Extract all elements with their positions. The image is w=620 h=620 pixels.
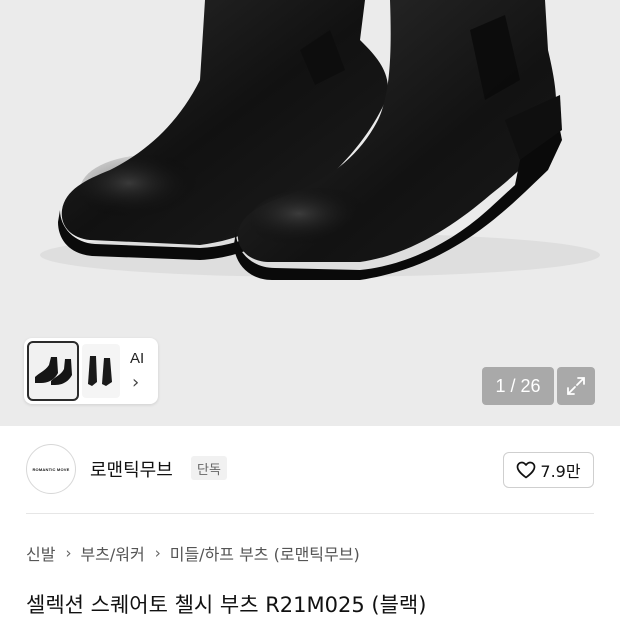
- divider: [26, 513, 594, 514]
- expand-button[interactable]: [557, 367, 595, 405]
- breadcrumb: 신발 › 부츠/워커 › 미들/하프 부츠 (로맨틱무브): [26, 541, 360, 565]
- brand-name[interactable]: 로맨틱무브: [90, 456, 173, 482]
- thumbnail-image: [35, 357, 72, 385]
- like-count: 7.9만: [540, 462, 581, 481]
- image-counter: 1 / 26: [482, 367, 554, 405]
- thumbnail-strip[interactable]: AI ›: [24, 338, 158, 404]
- breadcrumb-item-shoes[interactable]: 신발: [26, 541, 55, 565]
- brand-logo-text: ROMANTIC MOVE: [32, 466, 70, 472]
- thumbnail-selected[interactable]: [27, 341, 79, 401]
- exclusive-badge: 단독: [191, 456, 227, 480]
- brand-row: ROMANTIC MOVE 로맨틱무브 단독 7.9만: [0, 426, 620, 512]
- product-title: 셀렉션 스퀘어토 첼시 부츠 R21M025 (블랙): [26, 593, 427, 617]
- heart-outline-icon: [517, 461, 536, 479]
- thumbnail-next[interactable]: [82, 344, 120, 398]
- breadcrumb-item-boots[interactable]: 부츠/워커: [80, 541, 144, 565]
- chevron-right-icon: ›: [154, 544, 161, 562]
- ai-label: AI: [130, 350, 145, 367]
- brand-logo[interactable]: ROMANTIC MOVE: [26, 444, 76, 494]
- expand-icon: [567, 377, 585, 395]
- thumbnail-image: [88, 356, 112, 386]
- chevron-right-icon: ›: [65, 544, 72, 562]
- product-image-gallery[interactable]: AI › 1 / 26: [0, 0, 620, 426]
- like-button[interactable]: 7.9만: [503, 452, 594, 488]
- chevron-right-icon[interactable]: ›: [132, 374, 139, 392]
- breadcrumb-item-mid-boots[interactable]: 미들/하프 부츠 (로맨틱무브): [170, 541, 360, 565]
